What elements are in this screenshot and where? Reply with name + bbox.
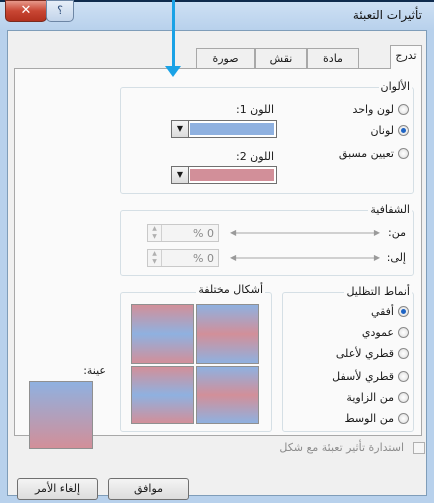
variants-group-label: أشكال مختلفة [196, 283, 265, 296]
sample-preview [29, 381, 93, 449]
transparency-to-slider[interactable]: ◀ ▶ [230, 250, 380, 266]
tab-picture[interactable]: صورة [196, 48, 255, 68]
chevron-down-icon: ▼ [172, 121, 189, 137]
radio-from-corner[interactable] [398, 392, 409, 403]
variant-preview-2[interactable] [196, 304, 259, 364]
radio-from-corner-label: من الزاوية [346, 391, 394, 404]
radio-preset[interactable] [398, 148, 409, 159]
shading-styles-group-label: أنماط التظليل [344, 285, 412, 298]
close-icon: ✕ [20, 3, 32, 18]
radio-horizontal-label: أفقي [370, 305, 394, 318]
right-arrow-icon: ▶ [373, 253, 380, 262]
right-arrow-icon: ▶ [373, 228, 380, 237]
left-arrow-icon: ◀ [230, 228, 237, 237]
radio-from-center-label: من الوسط [344, 412, 394, 425]
radio-diagonal-down-label: قطري لأسفل [332, 370, 394, 383]
spinner-arrows-icon: ▲ ▼ [148, 250, 162, 266]
color1-label: اللون 1: [235, 103, 274, 116]
transparency-from-value: 0 % [193, 227, 214, 240]
sample-label: عينة: [83, 364, 106, 377]
annotation-arrow-head-icon [165, 66, 181, 77]
radio-from-center[interactable] [398, 413, 409, 424]
transparency-to-label: إلى: [386, 251, 406, 264]
window-title: تأثيرات التعبئة [352, 8, 422, 22]
radio-horizontal[interactable] [398, 306, 409, 317]
left-arrow-icon: ◀ [230, 253, 237, 262]
title-bar: ✕ ؟ تأثيرات التعبئة [0, 0, 434, 30]
radio-diagonal-up[interactable] [398, 348, 409, 359]
radio-diagonal-down[interactable] [398, 371, 409, 382]
help-icon: ؟ [57, 4, 63, 17]
transparency-to-spinner[interactable]: ▲ ▼ 0 % [147, 249, 219, 267]
transparency-from-spinner[interactable]: ▲ ▼ 0 % [147, 224, 219, 242]
transparency-group-label: الشفافية [368, 203, 412, 216]
shading-styles-group [282, 292, 414, 432]
color1-swatch [190, 123, 274, 135]
radio-one-color[interactable] [398, 104, 409, 115]
help-button[interactable]: ؟ [46, 0, 74, 22]
radio-two-colors-label: لونان [370, 124, 394, 137]
tab-texture[interactable]: مادة [307, 48, 359, 68]
colors-group-label: الألوان [378, 80, 412, 93]
transparency-to-value: 0 % [193, 252, 214, 265]
radio-two-colors[interactable] [398, 125, 409, 136]
variant-preview-1[interactable] [131, 304, 194, 364]
tab-pattern[interactable]: نقش [255, 48, 307, 68]
radio-vertical[interactable] [398, 327, 409, 338]
spinner-arrows-icon: ▲ ▼ [148, 225, 162, 241]
ok-button[interactable]: موافق [108, 478, 189, 500]
close-button[interactable]: ✕ [5, 0, 47, 22]
tab-gradient[interactable]: تدرج [390, 45, 422, 69]
variant-preview-3[interactable] [131, 366, 194, 424]
variant-preview-4[interactable] [196, 366, 259, 424]
annotation-arrow-line [172, 0, 175, 66]
color2-label: اللون 2: [235, 150, 274, 163]
transparency-from-slider[interactable]: ◀ ▶ [230, 225, 380, 241]
color2-picker[interactable]: ▼ [171, 166, 277, 184]
rotate-with-shape-label: استدارة تأثير تعبئة مع شكل [279, 441, 404, 454]
transparency-from-label: من: [388, 226, 406, 239]
chevron-down-icon: ▼ [172, 167, 189, 183]
cancel-button[interactable]: إلغاء الأمر [17, 478, 98, 500]
color1-picker[interactable]: ▼ [171, 120, 277, 138]
radio-vertical-label: عمودي [361, 326, 394, 339]
radio-preset-label: تعيين مسبق [338, 147, 394, 160]
radio-one-color-label: لون واحد [352, 103, 394, 116]
radio-diagonal-up-label: قطري لأعلى [335, 347, 394, 360]
color2-swatch [190, 169, 274, 181]
rotate-with-shape-checkbox[interactable] [413, 442, 425, 454]
